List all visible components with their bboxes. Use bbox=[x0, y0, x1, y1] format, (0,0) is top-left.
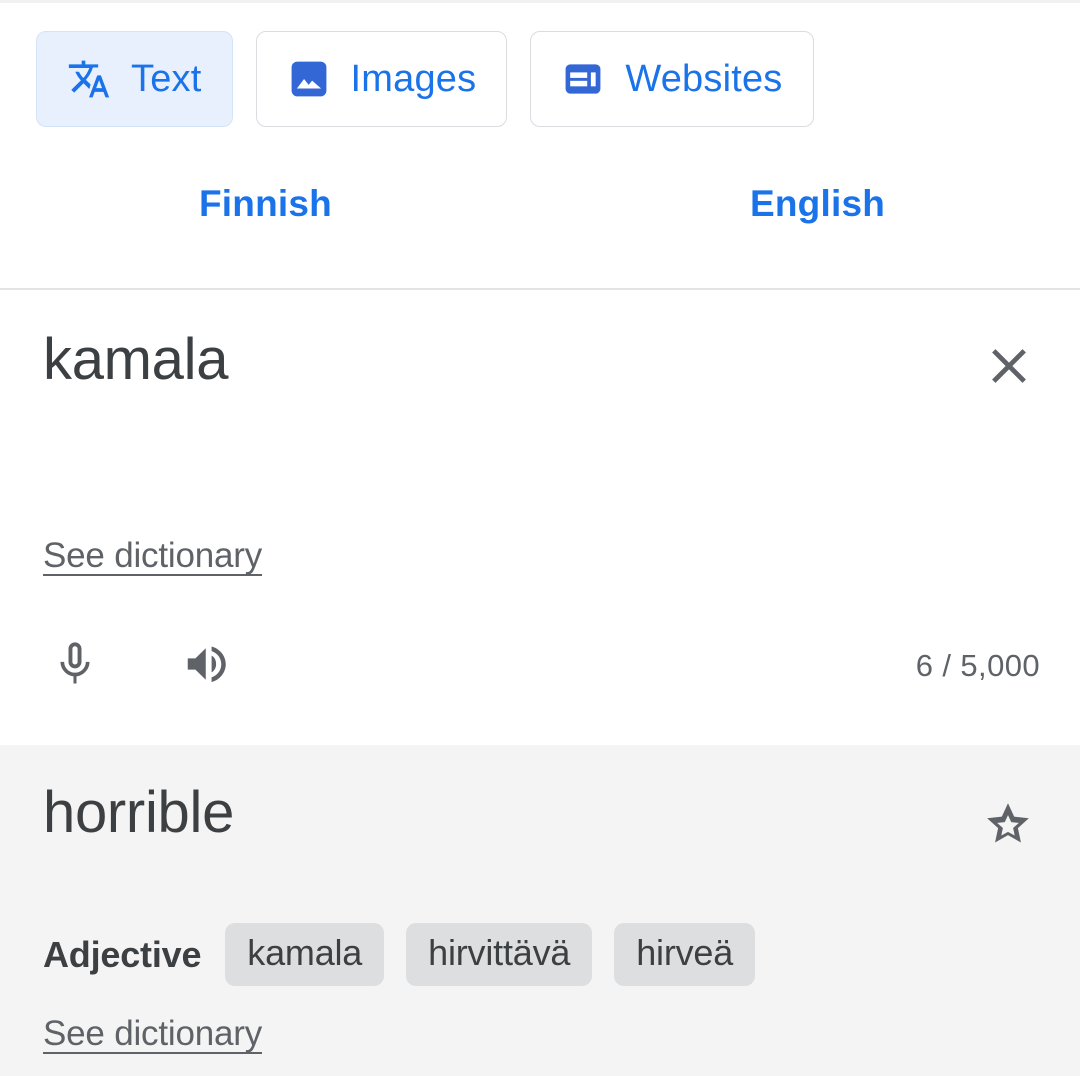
target-see-dictionary-link[interactable]: See dictionary bbox=[43, 1016, 262, 1051]
translation-chip[interactable]: hirveä bbox=[614, 923, 756, 986]
microphone-icon bbox=[49, 638, 101, 695]
translation-text: horrible bbox=[43, 780, 235, 845]
save-translation-button[interactable] bbox=[978, 795, 1038, 855]
microphone-button[interactable] bbox=[47, 638, 103, 694]
tab-images-label: Images bbox=[350, 58, 477, 100]
language-bar: Finnish English bbox=[0, 133, 1080, 368]
source-text-input[interactable]: kamala bbox=[43, 327, 228, 394]
source-see-dictionary-link[interactable]: See dictionary bbox=[43, 538, 262, 573]
target-language-button[interactable]: English bbox=[750, 185, 885, 222]
tab-websites[interactable]: Websites bbox=[530, 31, 814, 127]
website-icon bbox=[561, 57, 605, 101]
close-icon bbox=[980, 349, 1038, 399]
target-dictionary-link-wrapper: See dictionary bbox=[43, 1016, 262, 1051]
tab-text[interactable]: Text bbox=[36, 31, 233, 127]
target-panel: horrible Adjective kamala hirvittävä hir… bbox=[0, 745, 1080, 1076]
tab-websites-label: Websites bbox=[625, 58, 783, 100]
tab-text-label: Text bbox=[131, 58, 202, 100]
star-outline-icon bbox=[978, 803, 1038, 859]
image-icon bbox=[287, 57, 331, 101]
source-language-button[interactable]: Finnish bbox=[199, 185, 332, 222]
mode-tabbar: Text Images Websites bbox=[0, 3, 1080, 133]
source-actions-row: 6 / 5,000 bbox=[0, 630, 1080, 710]
translation-chip[interactable]: hirvittävä bbox=[406, 923, 593, 986]
source-panel: kamala See dictionary 6 / 5,000 bbox=[0, 290, 1080, 745]
source-dictionary-link-wrapper: See dictionary bbox=[43, 538, 262, 573]
part-of-speech-row: Adjective kamala hirvittävä hirveä bbox=[43, 923, 756, 986]
translate-icon bbox=[67, 57, 111, 101]
tab-images[interactable]: Images bbox=[255, 31, 508, 127]
listen-source-button[interactable] bbox=[180, 638, 236, 694]
part-of-speech-label: Adjective bbox=[43, 933, 202, 975]
character-counter: 6 / 5,000 bbox=[915, 648, 1040, 683]
translation-chip[interactable]: kamala bbox=[225, 923, 385, 986]
volume-up-icon bbox=[181, 637, 235, 696]
clear-source-button[interactable] bbox=[980, 337, 1038, 395]
google-translate-app: Text Images Websites Finnish English kam… bbox=[0, 0, 1080, 1076]
